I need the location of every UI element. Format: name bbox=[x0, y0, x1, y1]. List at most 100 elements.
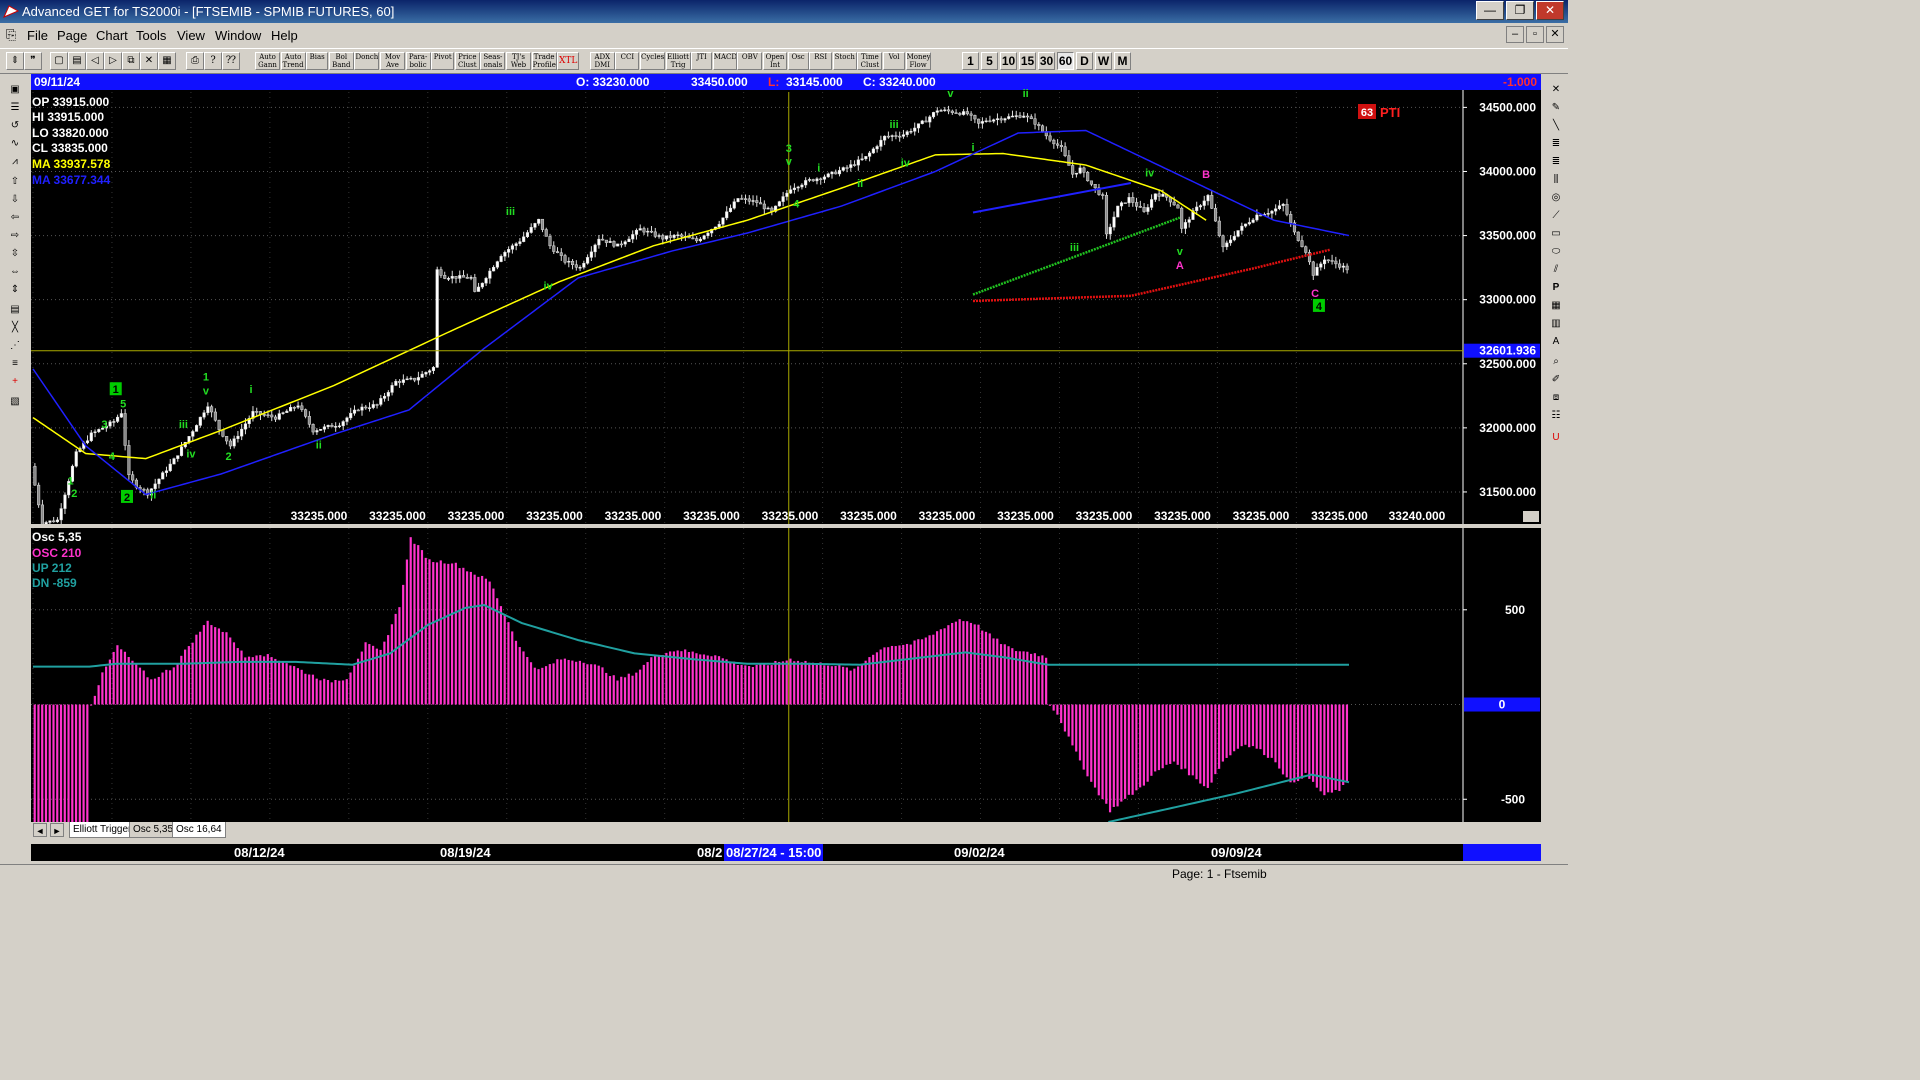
new-chart-icon[interactable]: ▢ bbox=[50, 52, 68, 70]
price-chart[interactable]: 09/11/24 O: 33230.000 33450.000 L: 33145… bbox=[31, 74, 1541, 524]
menu-file[interactable]: File bbox=[27, 28, 48, 43]
menu-chart[interactable]: Chart bbox=[96, 28, 128, 43]
study-button[interactable]: Price Clust bbox=[454, 52, 480, 70]
scale-toggle-icon[interactable] bbox=[1523, 511, 1539, 522]
interval-button-60[interactable]: 60 bbox=[1057, 52, 1074, 70]
mdi-minimize-button[interactable]: – bbox=[1506, 26, 1524, 43]
grid-tool-icon[interactable]: ▦ bbox=[1547, 298, 1565, 314]
quote-icon[interactable]: ❞ bbox=[24, 52, 42, 70]
study-button[interactable]: Time Clust bbox=[857, 52, 883, 70]
lines-icon[interactable]: ╳ bbox=[3, 320, 27, 336]
interval-button-15[interactable]: 15 bbox=[1019, 52, 1036, 70]
study-button[interactable]: ADX DMI bbox=[589, 52, 615, 70]
study-button[interactable]: Stoch bbox=[832, 52, 857, 70]
print-icon[interactable]: ⎙ bbox=[186, 52, 204, 70]
interval-button-m[interactable]: M bbox=[1114, 52, 1131, 70]
study-button[interactable]: MACD bbox=[712, 52, 737, 70]
open-chart-icon[interactable]: ▤ bbox=[68, 52, 86, 70]
close-draw-icon[interactable]: ✕ bbox=[1547, 82, 1565, 98]
study-button[interactable]: Osc bbox=[787, 52, 809, 70]
settings-icon[interactable]: ▧ bbox=[3, 394, 27, 410]
arrow-down-icon[interactable]: ⇩ bbox=[3, 192, 27, 208]
study-button[interactable]: JTI bbox=[691, 52, 713, 70]
study-button[interactable]: Open Int bbox=[763, 52, 787, 70]
paint-icon[interactable]: ✐ bbox=[1547, 372, 1565, 388]
study-button[interactable]: TJ's Web bbox=[506, 52, 531, 70]
layers-icon[interactable]: ⧈ bbox=[1547, 390, 1565, 406]
study-button[interactable]: Para-bolic bbox=[405, 52, 431, 70]
tab-scroll-left-icon[interactable]: ◄ bbox=[33, 823, 47, 837]
table-icon[interactable]: ▤ bbox=[3, 302, 27, 318]
tab-osc-16-64[interactable]: Osc 16,64 bbox=[172, 822, 226, 838]
arrow-up-icon[interactable]: ⇧ bbox=[3, 174, 27, 190]
oscillator-chart[interactable]: Osc 5,35 OSC 210 UP 212 DN -859 500 0 -500 bbox=[31, 528, 1541, 822]
fib-ret-icon[interactable]: ≣ bbox=[1547, 136, 1565, 152]
circle-icon[interactable]: ◎ bbox=[1547, 190, 1565, 206]
arrow-left-icon[interactable]: ⇦ bbox=[3, 210, 27, 226]
study-button[interactable]: RSI bbox=[809, 52, 833, 70]
menu-window[interactable]: Window bbox=[215, 28, 261, 43]
interval-button-30[interactable]: 30 bbox=[1038, 52, 1055, 70]
tab-scroll-right-icon[interactable]: ► bbox=[50, 823, 64, 837]
fib-icon[interactable]: ≡ bbox=[3, 356, 27, 372]
ellipse-icon[interactable]: ⬭ bbox=[1547, 244, 1565, 260]
tab-osc-5-35[interactable]: Osc 5,35 bbox=[129, 822, 178, 838]
interval-button-1[interactable]: 1 bbox=[962, 52, 979, 70]
arrow-right-icon[interactable]: ⇨ bbox=[3, 228, 27, 244]
study-button[interactable]: Auto Gann bbox=[255, 52, 280, 70]
mdi-close-button[interactable]: ✕ bbox=[1546, 26, 1564, 43]
study-button[interactable]: Mov Ave bbox=[380, 52, 405, 70]
study-button[interactable]: Trade Profile bbox=[531, 52, 557, 70]
grid-icon[interactable]: ▦ bbox=[158, 52, 176, 70]
fib-ext-icon[interactable]: ≣ bbox=[1547, 154, 1565, 170]
study-button[interactable]: Donch bbox=[354, 52, 380, 70]
interval-button-w[interactable]: W bbox=[1095, 52, 1112, 70]
pti-icon[interactable]: P bbox=[1547, 280, 1565, 296]
study-button[interactable]: CCI bbox=[615, 52, 640, 70]
menu-view[interactable]: View bbox=[177, 28, 205, 43]
study-button[interactable]: Auto Trend bbox=[280, 52, 306, 70]
reset-icon[interactable]: ↺ bbox=[3, 118, 27, 134]
line-tool-icon[interactable]: ╲ bbox=[1547, 118, 1565, 134]
study-button[interactable]: OBV bbox=[737, 52, 763, 70]
study-button[interactable]: Money Flow bbox=[905, 52, 931, 70]
magnet-icon[interactable]: U bbox=[1547, 430, 1565, 446]
fib-time-icon[interactable]: ⫼ bbox=[1547, 172, 1565, 188]
study-button[interactable]: Seas-onals bbox=[480, 52, 506, 70]
zoom-icon[interactable]: ⌕ bbox=[1547, 354, 1565, 370]
study-button[interactable]: XTL bbox=[557, 52, 580, 70]
list-tool-icon[interactable]: ☷ bbox=[1547, 408, 1565, 424]
study-button[interactable]: Bol Band bbox=[328, 52, 354, 70]
channel-icon[interactable]: ⫽ bbox=[1547, 262, 1565, 278]
open-icon[interactable]: ▣ bbox=[3, 82, 27, 98]
close-button[interactable]: ✕ bbox=[1536, 1, 1564, 20]
copy-icon[interactable]: ⧉ bbox=[122, 52, 140, 70]
menu-page[interactable]: Page bbox=[57, 28, 87, 43]
study-button[interactable]: Pivot bbox=[431, 52, 455, 70]
study-button[interactable]: Elliott Trig bbox=[665, 52, 691, 70]
bars-icon[interactable]: ☰ bbox=[3, 100, 27, 116]
menu-help[interactable]: Help bbox=[271, 28, 298, 43]
crosshair-icon[interactable]: + bbox=[3, 374, 27, 390]
help-icon[interactable]: ? bbox=[204, 52, 222, 70]
gann-icon[interactable]: ⋰ bbox=[3, 338, 27, 354]
forward-icon[interactable]: ▷ bbox=[104, 52, 122, 70]
context-help-icon[interactable]: ⁇ bbox=[222, 52, 240, 70]
fan-icon[interactable]: ⟋ bbox=[1547, 208, 1565, 224]
interval-button-10[interactable]: 10 bbox=[1000, 52, 1017, 70]
tab-elliott-trigger[interactable]: Elliott Trigger bbox=[69, 822, 136, 838]
elliott-icon[interactable]: ⩘ bbox=[3, 154, 27, 170]
pointer-icon[interactable]: ⇕ bbox=[6, 52, 24, 70]
pencil-icon[interactable]: ✎ bbox=[1547, 100, 1565, 116]
mob-icon[interactable]: ▥ bbox=[1547, 316, 1565, 332]
interval-button-5[interactable]: 5 bbox=[981, 52, 998, 70]
expand-vertical-icon[interactable]: ⇳ bbox=[3, 246, 27, 262]
study-button[interactable]: Cycles bbox=[640, 52, 665, 70]
study-icon[interactable]: ∿ bbox=[3, 136, 27, 152]
back-icon[interactable]: ◁ bbox=[86, 52, 104, 70]
compress-icon[interactable]: ⇕ bbox=[3, 282, 27, 298]
expand-horizontal-icon[interactable]: ⇔ bbox=[3, 264, 27, 280]
mdi-restore-button[interactable]: ▫ bbox=[1526, 26, 1544, 43]
menu-tools[interactable]: Tools bbox=[136, 28, 166, 43]
interval-button-d[interactable]: D bbox=[1076, 52, 1093, 70]
